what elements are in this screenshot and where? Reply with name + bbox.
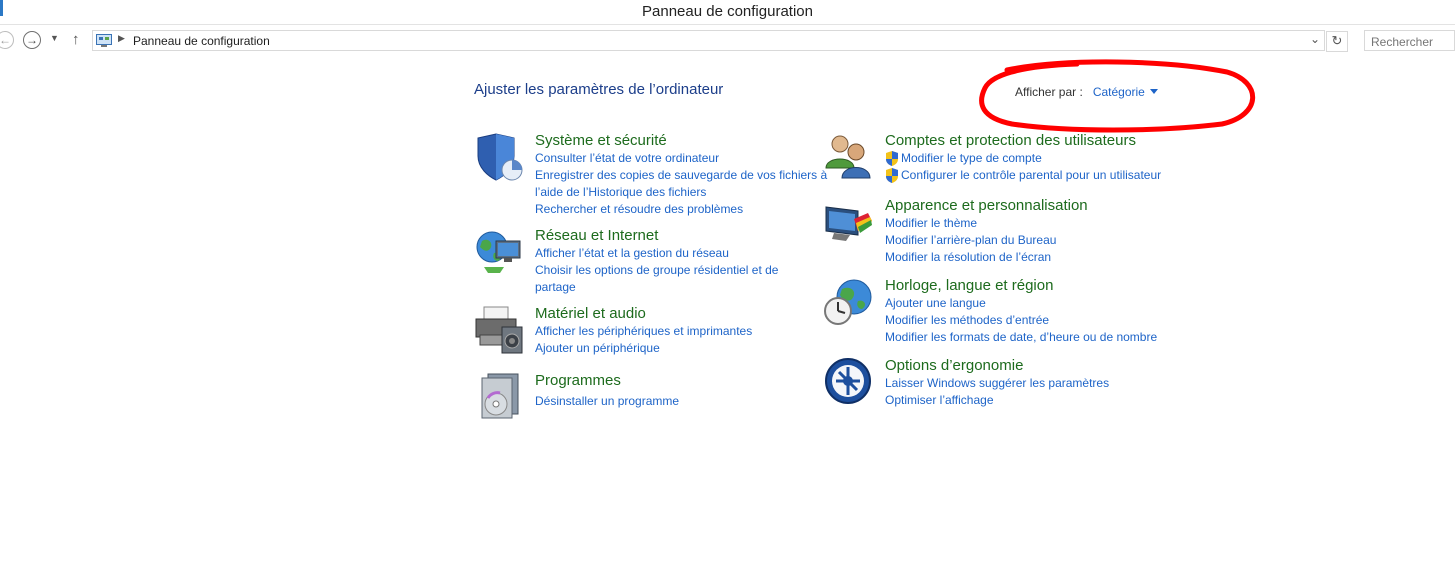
red-circle-annotation <box>979 59 1256 133</box>
globe-clock-icon <box>824 279 872 325</box>
link-backup-files-cont[interactable]: l’aide de l’Historique des fichiers <box>535 184 827 201</box>
link-network-status[interactable]: Afficher l’état et la gestion du réseau <box>535 245 778 262</box>
link-add-device[interactable]: Ajouter un périphérique <box>535 340 752 357</box>
address-chevron-down-icon[interactable]: ⌄ <box>1310 32 1320 46</box>
network-globe-icon <box>476 231 521 273</box>
category-title[interactable]: Horloge, langue et région <box>885 277 1157 295</box>
link-change-desktop-background[interactable]: Modifier l’arrière-plan du Bureau <box>885 232 1088 249</box>
link-uninstall-program[interactable]: Désinstaller un programme <box>535 393 679 410</box>
shield-security-icon <box>477 133 523 181</box>
address-bar[interactable]: ▶ Panneau de configuration ⌄ <box>92 30 1325 51</box>
control-panel-icon <box>96 34 112 47</box>
category-title[interactable]: Apparence et personnalisation <box>885 197 1088 215</box>
uac-shield-icon <box>886 151 898 166</box>
refresh-button[interactable]: ↻ <box>1326 31 1348 52</box>
link-check-computer-status[interactable]: Consulter l’état de votre ordinateur <box>535 150 827 167</box>
title-bar: Panneau de configuration <box>0 0 1455 25</box>
link-homegroup-options-cont[interactable]: partage <box>535 279 778 296</box>
window-title: Panneau de configuration <box>642 3 813 20</box>
link-parental-controls[interactable]: Configurer le contrôle parental pour un … <box>885 167 1161 184</box>
category-title[interactable]: Comptes et protection des utilisateurs <box>885 132 1161 150</box>
link-label: Configurer le contrôle parental pour un … <box>901 168 1162 182</box>
page-title: Ajuster les paramètres de l’ordinateur <box>474 81 724 98</box>
navigation-bar: ← → ▼ ↑ ▶ Panneau de configuration ⌄ ↻ <box>0 28 1455 54</box>
link-troubleshoot[interactable]: Rechercher et résoudre des problèmes <box>535 201 827 218</box>
category-title[interactable]: Système et sécurité <box>535 132 827 150</box>
back-button[interactable]: ← <box>0 31 14 49</box>
link-label: Modifier le type de compte <box>901 151 1042 165</box>
users-icon <box>825 135 871 179</box>
breadcrumb-path[interactable]: Panneau de configuration <box>133 34 270 48</box>
up-arrow-icon[interactable]: ↑ <box>72 31 80 48</box>
link-homegroup-options[interactable]: Choisir les options de groupe résidentie… <box>535 262 778 279</box>
link-change-account-type[interactable]: Modifier le type de compte <box>885 150 1161 167</box>
link-add-language[interactable]: Ajouter une langue <box>885 295 1157 312</box>
link-change-theme[interactable]: Modifier le thème <box>885 215 1088 232</box>
search-input[interactable] <box>1364 30 1455 51</box>
link-devices-printers[interactable]: Afficher les périphériques et imprimante… <box>535 323 752 340</box>
link-windows-suggest-settings[interactable]: Laisser Windows suggérer les paramètres <box>885 375 1109 392</box>
link-date-time-formats[interactable]: Modifier les formats de date, d’heure ou… <box>885 329 1157 346</box>
category-title[interactable]: Matériel et audio <box>535 305 752 323</box>
breadcrumb-separator-icon: ▶ <box>118 33 125 43</box>
monitor-palette-icon <box>825 206 872 241</box>
link-optimize-display[interactable]: Optimiser l’affichage <box>885 392 1109 409</box>
ease-of-access-icon <box>825 358 871 404</box>
category-title[interactable]: Réseau et Internet <box>535 227 778 245</box>
category-title[interactable]: Programmes <box>535 372 679 390</box>
link-input-methods[interactable]: Modifier les méthodes d’entrée <box>885 312 1157 329</box>
forward-button[interactable]: → <box>23 31 41 49</box>
link-backup-files[interactable]: Enregistrer des copies de sauvegarde de … <box>535 167 827 184</box>
category-title[interactable]: Options d’ergonomie <box>885 357 1109 375</box>
programs-disc-icon <box>481 373 519 419</box>
recent-locations-chevron-down-icon[interactable]: ▼ <box>50 33 59 43</box>
uac-shield-icon <box>886 168 898 183</box>
printer-speaker-icon <box>475 306 523 354</box>
link-screen-resolution[interactable]: Modifier la résolution de l’écran <box>885 249 1088 266</box>
